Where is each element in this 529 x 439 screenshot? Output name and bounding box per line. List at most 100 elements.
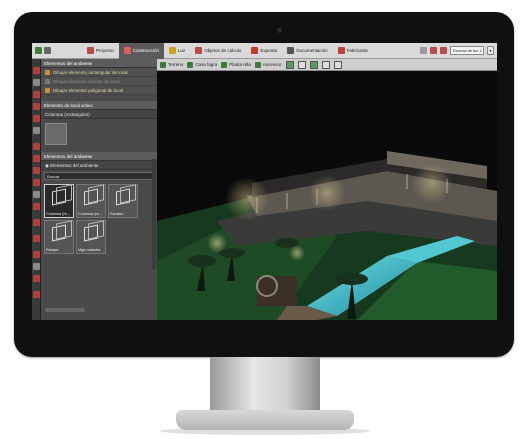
tool-icon[interactable] — [33, 79, 40, 86]
tool-icon[interactable] — [33, 263, 40, 270]
tab-label: Documentación — [296, 48, 328, 53]
tab-label: Proyecto — [96, 48, 114, 53]
tool-icon[interactable] — [33, 155, 40, 162]
tab-exportar[interactable]: Exportar — [246, 43, 282, 59]
document-icon — [287, 47, 295, 54]
terrain-icon — [160, 61, 166, 68]
menu-bar: Proyecto Construcción Luz Objetos de cál… — [32, 43, 497, 59]
tool-icon[interactable] — [33, 67, 40, 74]
tool-icon[interactable] — [33, 179, 40, 186]
view-solid-icon[interactable] — [309, 60, 318, 69]
tab-label: Construcción — [132, 48, 160, 53]
undo-icon[interactable] — [44, 47, 51, 54]
draw-polygonal-element[interactable]: Dibujar elemento poligonal de local — [41, 86, 157, 95]
tool-ascensor[interactable]: Ascensor — [254, 61, 282, 68]
project-icon — [87, 47, 94, 54]
tool-terreno[interactable]: Terreno — [160, 61, 184, 68]
column-preview — [45, 123, 67, 145]
tab-label: Objetos de cálculo — [204, 48, 242, 53]
tool-icon[interactable] — [33, 115, 40, 122]
tool-icon[interactable] — [33, 143, 40, 150]
export-icon — [251, 47, 259, 54]
calc-objects-icon — [195, 47, 203, 54]
tool-label: Ascensor — [262, 62, 282, 67]
element-tile[interactable]: Rampa — [44, 220, 74, 254]
view-wire-icon[interactable] — [297, 60, 306, 69]
column-icon — [52, 188, 66, 206]
elevator-icon — [254, 61, 261, 68]
step-icon — [116, 188, 130, 206]
tool-icon[interactable] — [33, 167, 40, 174]
save-icon[interactable] — [35, 47, 42, 54]
rendered-scene — [157, 71, 497, 320]
monitor-stand-neck — [210, 357, 320, 415]
view-3d-icon[interactable] — [285, 60, 294, 69]
quick-access-toolbar — [32, 47, 82, 54]
tile-label: Rampa — [46, 248, 59, 252]
active-element-name: Columna (rectangular) — [41, 110, 157, 119]
filter-label: Elementos del ambiente — [50, 163, 99, 168]
tool-label: Terreno — [168, 62, 184, 67]
light-icon — [169, 47, 177, 54]
draw-circular-element[interactable]: Dibujar elemento circular de local — [41, 77, 157, 86]
tool-icon[interactable] — [33, 291, 40, 298]
tool-icon[interactable] — [33, 127, 40, 134]
tool-label: Planta Alta — [229, 62, 251, 67]
zoom-slider[interactable] — [45, 308, 85, 312]
tool-icon[interactable] — [33, 203, 40, 210]
zoom-icon[interactable] — [321, 60, 330, 69]
manufacturer-icon — [337, 47, 345, 54]
element-grid: Columna (re... Columna (re... Escalón Ra… — [41, 182, 157, 256]
light-scene-icon[interactable] — [430, 47, 437, 54]
tool-icon[interactable] — [33, 219, 40, 226]
tool-icon[interactable] — [33, 275, 40, 282]
tile-label: Columna (re... — [46, 212, 71, 216]
tool-planta[interactable]: Planta Alta — [221, 61, 251, 68]
element-tile[interactable]: Viga maestra — [76, 220, 106, 254]
tab-label: Exportar — [260, 48, 278, 53]
environment-filter[interactable]: ◉ Elementos del ambiente — [41, 161, 157, 170]
tool-icon[interactable] — [33, 91, 40, 98]
construction-panel: Elementos del ambiente Dibujar elemento … — [41, 59, 157, 320]
tile-label: Escalón — [110, 212, 124, 216]
ambient-elements-header[interactable]: Elementos del ambiente — [41, 59, 157, 68]
tab-construccion[interactable]: Construcción — [118, 43, 165, 59]
tab-label: Luz — [178, 48, 186, 53]
render-icon[interactable] — [440, 47, 447, 54]
3d-viewport[interactable] — [157, 71, 497, 320]
scene-controls: Escena de luz 1 ▾ — [420, 46, 497, 55]
tab-luz[interactable]: Luz — [164, 43, 190, 59]
tile-label: Columna (re... — [78, 212, 103, 216]
tool-icon[interactable] — [33, 191, 40, 198]
tool-icon[interactable] — [33, 103, 40, 110]
viewport-toolbar: Terreno Casa fagra Planta Alta Ascensor — [157, 59, 497, 71]
tile-label: Viga maestra — [78, 248, 101, 252]
column-icon — [84, 188, 98, 206]
panel-scrollbar[interactable] — [152, 159, 156, 269]
environment-elements-header[interactable]: Elementos del ambiente — [41, 152, 157, 161]
active-element-header[interactable]: Elemento de local activo — [41, 101, 157, 110]
house-icon — [187, 61, 194, 68]
element-tile[interactable]: Escalón — [108, 184, 138, 218]
beam-icon — [84, 224, 98, 242]
ramp-icon — [52, 224, 66, 242]
draw-rectangular-element[interactable]: Dibujar elemento rectangular de local — [41, 68, 157, 77]
search-input[interactable]: Buscar — [44, 172, 154, 180]
tool-icon[interactable] — [33, 251, 40, 258]
tool-icon[interactable] — [33, 235, 40, 242]
tab-objetos-calculo[interactable]: Objetos de cálculo — [190, 43, 246, 59]
view-icon[interactable] — [420, 47, 427, 54]
tool-casa[interactable]: Casa fagra — [187, 61, 218, 68]
floor-icon — [221, 61, 228, 68]
element-tile[interactable]: Columna (re... — [44, 184, 74, 218]
tab-fabricante[interactable]: Fabricante — [333, 43, 373, 59]
scene-select[interactable]: Escena de luz 1 — [450, 46, 484, 55]
tool-label: Casa fagra — [195, 62, 218, 67]
tab-label: Fabricante — [346, 48, 368, 53]
element-tile[interactable]: Columna (re... — [76, 184, 106, 218]
chevron-down-icon[interactable]: ▾ — [487, 46, 494, 55]
tab-documentacion[interactable]: Documentación — [282, 43, 332, 59]
pan-icon[interactable] — [333, 60, 342, 69]
monitor-stand-base — [176, 410, 354, 430]
tab-proyecto[interactable]: Proyecto — [82, 43, 119, 59]
